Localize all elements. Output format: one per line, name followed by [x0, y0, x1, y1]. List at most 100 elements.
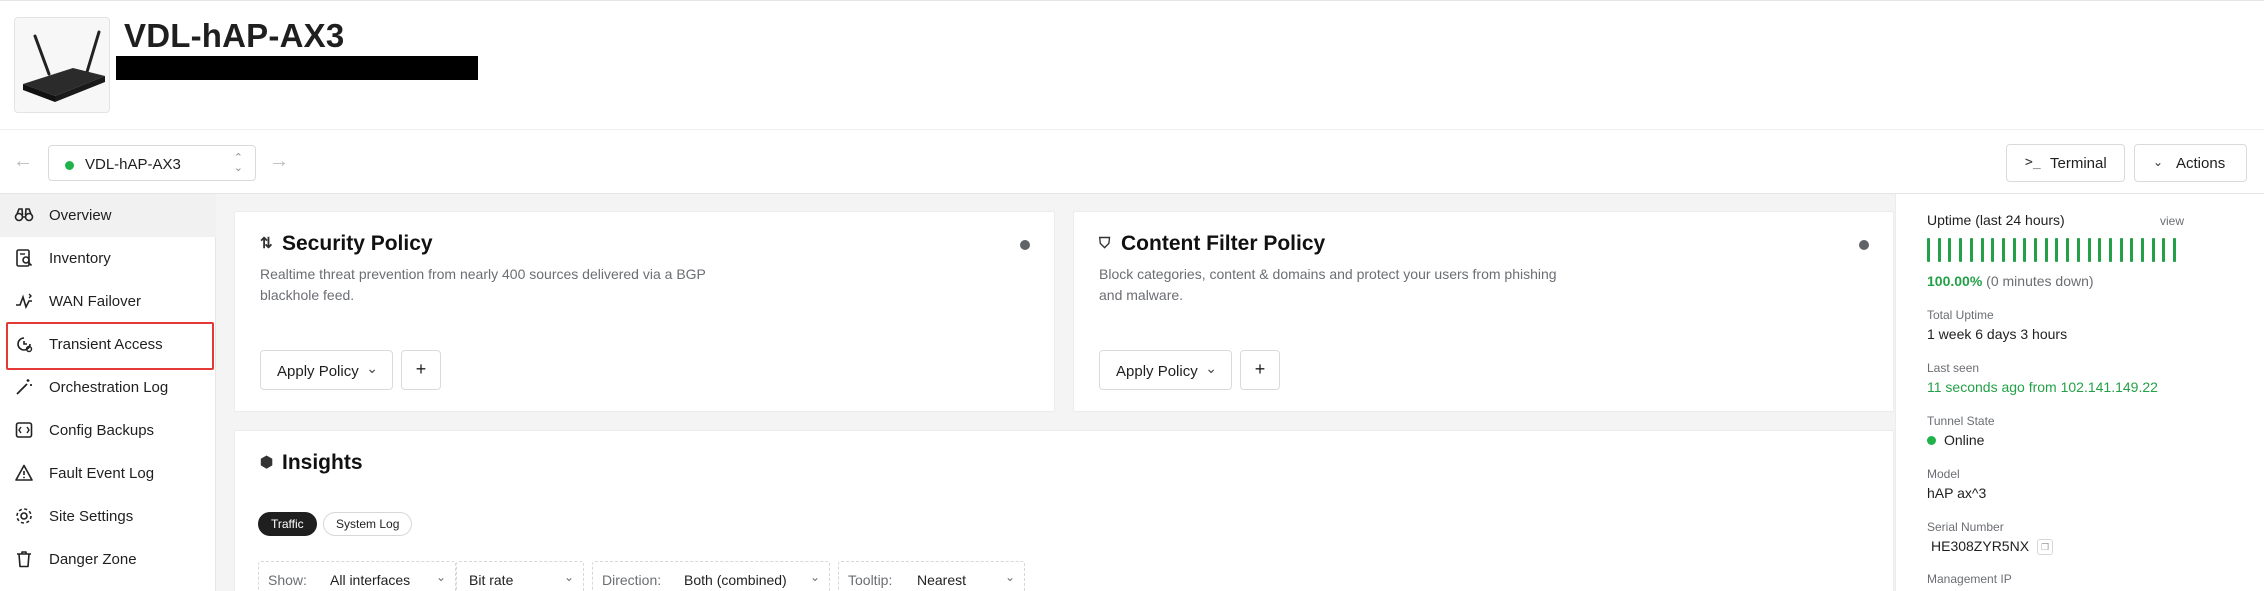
uptime-percent: 100.00%	[1927, 273, 1983, 289]
toolbar: ← VDL-hAP-AX3 ⌃ ⌄ → >_ Terminal ⌄ Actions	[0, 130, 2264, 194]
device-selector[interactable]: VDL-hAP-AX3 ⌃ ⌄	[48, 145, 256, 181]
uptime-bar	[2108, 238, 2112, 262]
inventory-icon	[14, 248, 34, 268]
content-filter-card: ⛉ Content Filter Policy Block categories,…	[1073, 211, 1894, 412]
last-seen-label: Last seen	[1927, 361, 1980, 375]
uptime-bar	[1927, 238, 1930, 262]
serial-number-label: Serial Number	[1927, 520, 2004, 534]
uptime-bar	[2151, 238, 2155, 262]
uptime-bar	[2001, 238, 2005, 262]
sidebar-item-orchestration-log[interactable]: Orchestration Log	[0, 366, 216, 409]
trash-icon	[14, 549, 34, 569]
last-seen-value: 11 seconds ago from 102.141.149.22	[1927, 379, 2158, 395]
apply-policy-button[interactable]: Apply Policy ⌄	[1099, 350, 1232, 390]
chevron-down-icon: ⌄	[1004, 570, 1015, 584]
failover-icon	[14, 291, 34, 311]
uptime-bar-chart	[1927, 238, 2183, 262]
sidebar-item-transient-access[interactable]: Transient Access	[0, 323, 216, 366]
backup-icon	[14, 420, 34, 440]
device-header: VDL-hAP-AX3	[0, 0, 2264, 130]
uptime-bar	[2173, 238, 2177, 262]
tunnel-state: Online	[1927, 432, 1984, 448]
sidebar-item-config-backups[interactable]: Config Backups	[0, 409, 216, 452]
sidebar-item-label: Transient Access	[49, 336, 163, 353]
uptime-bar	[2119, 238, 2123, 262]
terminal-label: Terminal	[2050, 155, 2107, 172]
direction-select[interactable]: Direction: Both (combined) ⌄	[592, 561, 830, 591]
uptime-bar	[1991, 238, 1995, 262]
sidebar-item-overview[interactable]: Overview	[0, 194, 216, 237]
uptime-bar	[2055, 238, 2059, 262]
model-value: hAP ax^3	[1927, 485, 1987, 501]
chevron-updown-icon: ⌃ ⌄	[233, 152, 243, 174]
sidebar-item-label: Config Backups	[49, 422, 155, 439]
sidebar-item-wan-failover[interactable]: WAN Failover	[0, 280, 216, 323]
apply-policy-button[interactable]: Apply Policy ⌄	[260, 350, 393, 390]
uptime-bar	[2012, 238, 2016, 262]
back-arrow-icon[interactable]: ←	[10, 148, 36, 174]
uptime-bar	[2130, 238, 2134, 262]
uptime-bar	[1980, 238, 1984, 262]
sidebar-item-label: Site Settings	[49, 508, 134, 525]
uptime-bar	[2087, 238, 2091, 262]
serial-number: HE308ZYR5NX ❐	[1931, 538, 2054, 555]
uptime-bar	[1948, 238, 1952, 262]
uptime-bar	[2141, 238, 2144, 262]
uptime-bar	[2023, 238, 2027, 262]
tab-system-log[interactable]: System Log	[323, 512, 413, 536]
tab-traffic[interactable]: Traffic	[258, 512, 317, 536]
chevron-down-icon: ⌄	[435, 570, 446, 584]
router-image	[14, 17, 110, 113]
uptime-view-link[interactable]: view	[2160, 214, 2184, 228]
chevron-down-icon: ⌄	[809, 570, 820, 584]
chevron-down-icon: ⌄	[1205, 360, 1217, 376]
sidebar-item-label: Fault Event Log	[49, 465, 155, 482]
sort-arrows-icon: ⇅	[260, 235, 273, 252]
uptime-bar	[1969, 238, 1973, 262]
sidebar-item-site-settings[interactable]: Site Settings	[0, 495, 216, 538]
sidebar-item-fault-event-log[interactable]: Fault Event Log	[0, 452, 216, 495]
actions-label: Actions	[2176, 155, 2226, 172]
uptime-bar	[2162, 238, 2166, 262]
total-uptime-value: 1 week 6 days 3 hours	[1927, 326, 2068, 342]
actions-button[interactable]: ⌄ Actions	[2134, 144, 2247, 182]
filter-status-dot	[1859, 240, 1869, 250]
add-policy-button[interactable]: +	[401, 350, 441, 390]
sidebar-item-danger-zone[interactable]: Danger Zone	[0, 538, 216, 581]
transient-access-icon	[14, 334, 34, 354]
sidebar-item-inventory[interactable]: Inventory	[0, 237, 216, 280]
metric-select[interactable]: Bit rate ⌄	[456, 561, 584, 591]
chevron-down-icon: ⌄	[2153, 155, 2164, 169]
sidebar-item-label: Danger Zone	[49, 551, 137, 568]
device-selector-label: VDL-hAP-AX3	[85, 156, 181, 173]
model-label: Model	[1927, 467, 1960, 481]
terminal-icon: >_	[2025, 155, 2041, 170]
insights-title: ⬢ Insights	[260, 451, 363, 474]
management-ip-label: Management IP	[1927, 572, 2012, 586]
tunnel-state-label: Tunnel State	[1927, 414, 1995, 428]
show-interface-select[interactable]: Show: All interfaces ⌄	[258, 561, 456, 591]
cube-icon: ⬢	[260, 454, 274, 471]
policy-status-dot	[1020, 240, 1030, 250]
uptime-bar	[2076, 238, 2080, 262]
tooltip-select[interactable]: Tooltip: Nearest ⌄	[838, 561, 1025, 591]
uptime-bar	[2098, 238, 2102, 262]
online-status-dot	[65, 161, 74, 170]
terminal-button[interactable]: >_ Terminal	[2006, 144, 2125, 182]
chevron-down-icon: ⌄	[563, 570, 574, 584]
serial-number-value: HE308ZYR5NX	[1931, 538, 2030, 554]
uptime-bar	[1959, 238, 1963, 262]
insights-card: ⬢ Insights Traffic System Log Show: All i…	[234, 430, 1894, 591]
copy-icon[interactable]: ❐	[2037, 539, 2054, 555]
page-title: VDL-hAP-AX3	[124, 17, 345, 54]
uptime-bar	[1937, 238, 1941, 262]
forward-arrow-icon[interactable]: →	[266, 148, 292, 174]
security-policy-description: Realtime threat prevention from nearly 4…	[260, 266, 706, 303]
add-policy-button[interactable]: +	[1240, 350, 1280, 390]
sidebar-item-label: Inventory	[49, 250, 111, 267]
uptime-down: (0 minutes down)	[1986, 273, 2094, 289]
redacted-block	[116, 56, 478, 80]
device-info-panel: Uptime (last 24 hours) view 100.00% (0 m…	[1895, 194, 2264, 591]
online-status-dot	[1927, 436, 1936, 445]
total-uptime-label: Total Uptime	[1927, 308, 1994, 322]
